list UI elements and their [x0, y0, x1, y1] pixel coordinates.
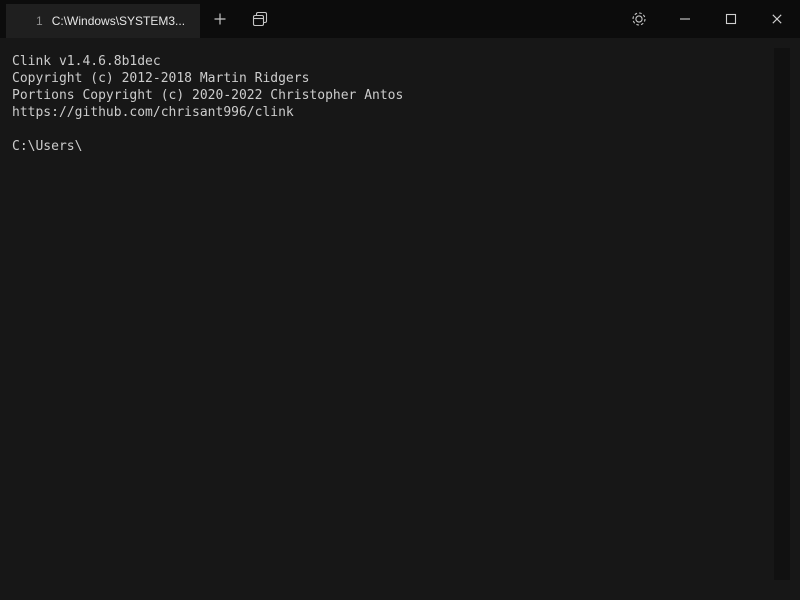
gear-icon	[629, 9, 649, 29]
titlebar-drag-region[interactable]	[280, 0, 616, 38]
minimize-button[interactable]	[662, 0, 708, 38]
tab-title: C:\Windows\SYSTEM3...	[52, 14, 185, 28]
tab-index: 1	[36, 14, 43, 28]
terminal-line-portions-copyright: Portions Copyright (c) 2020-2022 Christo…	[12, 87, 788, 104]
titlebar: 1 C:\Windows\SYSTEM3...	[0, 0, 800, 38]
close-icon	[768, 10, 786, 28]
maximize-icon	[722, 10, 740, 28]
terminal-output[interactable]: Clink v1.4.6.8b1dec Copyright (c) 2012-2…	[0, 38, 800, 600]
terminal-prompt: C:\Users\	[12, 138, 788, 155]
tab-cmd[interactable]: 1 C:\Windows\SYSTEM3...	[6, 4, 200, 38]
terminal-window: 1 C:\Windows\SYSTEM3...	[0, 0, 800, 600]
close-button[interactable]	[754, 0, 800, 38]
plus-icon	[212, 11, 228, 27]
settings-button[interactable]	[616, 0, 662, 38]
terminal-line-clink-url: https://github.com/chrisant996/clink	[12, 104, 788, 121]
tab-switcher-button[interactable]	[240, 0, 280, 38]
tab-switcher-icon	[250, 9, 270, 29]
new-tab-button[interactable]	[200, 0, 240, 38]
scrollbar[interactable]	[774, 48, 790, 580]
terminal-line-clink-version: Clink v1.4.6.8b1dec	[12, 53, 788, 70]
terminal-line-copyright: Copyright (c) 2012-2018 Martin Ridgers	[12, 70, 788, 87]
maximize-button[interactable]	[708, 0, 754, 38]
terminal-line-blank	[12, 121, 788, 138]
minimize-icon	[676, 10, 694, 28]
